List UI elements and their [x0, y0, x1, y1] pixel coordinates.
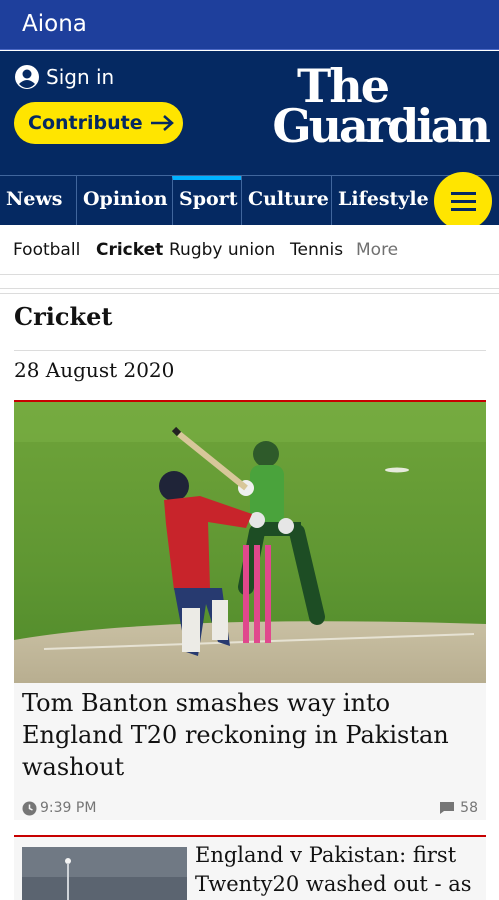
- hamburger-menu-icon: [451, 192, 476, 195]
- article-headline[interactable]: England v Pakistan: first Twenty20 washe…: [195, 841, 480, 900]
- arrow-right-icon: [150, 115, 174, 131]
- date-heading: 28 August 2020: [14, 358, 175, 382]
- nav-opinion-label: Opinion: [83, 188, 168, 210]
- subnav-item-cricket[interactable]: Cricket: [96, 240, 163, 260]
- nav-item-opinion[interactable]: Opinion: [76, 176, 172, 225]
- comment-count-label: 58: [460, 800, 478, 816]
- article-card[interactable]: England v Pakistan: first Twenty20 washe…: [14, 835, 486, 900]
- hamburger-line: [451, 208, 476, 211]
- subnav-item-rugby-union[interactable]: Rugby union: [169, 240, 275, 260]
- nav-news-label: News: [6, 188, 63, 210]
- article-headline[interactable]: Tom Banton smashes way into England T20 …: [22, 687, 478, 783]
- sub-nav: Football Cricket Rugby union Tennis More: [0, 225, 499, 275]
- article-card[interactable]: Tom Banton smashes way into England T20 …: [14, 400, 486, 820]
- contribute-button[interactable]: Contribute: [14, 102, 183, 144]
- divider: [0, 293, 499, 294]
- article-image: [14, 402, 486, 683]
- nav-item-news[interactable]: News: [0, 176, 76, 225]
- subnav-item-tennis[interactable]: Tennis: [290, 240, 343, 260]
- sign-in-label: Sign in: [46, 65, 115, 89]
- nav-culture-label: Culture: [248, 188, 329, 210]
- nav-item-sport[interactable]: Sport: [172, 176, 241, 225]
- nav-item-culture[interactable]: Culture: [241, 176, 331, 225]
- hamburger-menu-button[interactable]: [434, 172, 492, 230]
- subnav-item-more[interactable]: More: [356, 240, 398, 260]
- hamburger-line: [451, 200, 476, 203]
- nav-lifestyle-label: Lifestyle: [338, 188, 429, 210]
- comment-icon: [440, 802, 455, 814]
- app-bar: Aiona: [0, 0, 499, 50]
- article-time: 9:39 PM: [22, 800, 96, 816]
- subnav-item-football[interactable]: Football: [13, 240, 80, 260]
- article-thumbnail: [22, 847, 187, 900]
- nav-sport-label: Sport: [179, 188, 238, 210]
- clock-icon: [22, 801, 37, 815]
- masthead: Sign in Contribute The Guardian: [0, 51, 499, 175]
- divider: [14, 350, 486, 351]
- logo-guardian: Guardian: [272, 99, 491, 153]
- app-title: Aiona: [22, 11, 87, 37]
- pillar-nav: News Opinion Sport Culture Lifestyle: [0, 175, 499, 225]
- guardian-logo[interactable]: The Guardian: [243, 63, 491, 153]
- divider: [0, 288, 499, 289]
- nav-item-lifestyle[interactable]: Lifestyle: [331, 176, 434, 225]
- section-title: Cricket: [14, 302, 113, 331]
- account-circle-icon: [15, 65, 39, 89]
- article-time-label: 9:39 PM: [40, 800, 97, 816]
- comment-count[interactable]: 58: [439, 800, 478, 816]
- contribute-label: Contribute: [28, 112, 143, 134]
- sign-in-link[interactable]: Sign in: [14, 64, 114, 90]
